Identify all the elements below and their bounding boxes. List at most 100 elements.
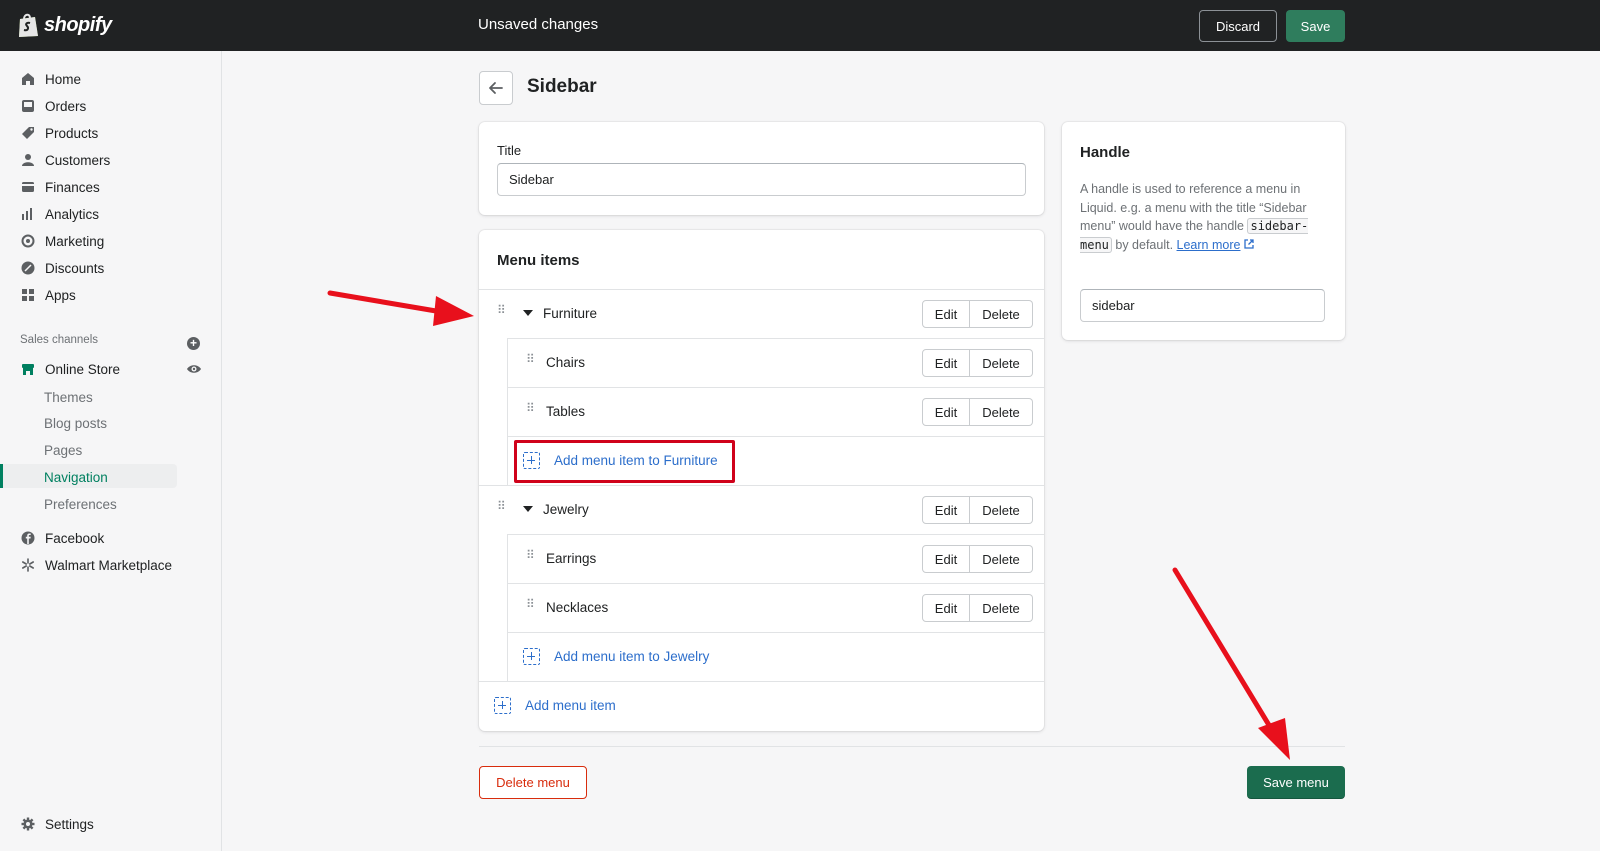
sidebar-item-label: Apps (45, 287, 76, 303)
drag-handle-icon[interactable]: ⠿ (526, 402, 535, 417)
handle-card: Handle A handle is used to reference a m… (1062, 122, 1345, 340)
handle-title: Handle (1080, 144, 1131, 161)
sidebar-item-preferences[interactable]: Preferences (44, 492, 117, 516)
sidebar-item-discounts[interactable]: Discounts (20, 256, 104, 280)
bar-chart-icon (20, 206, 36, 222)
sidebar-item-facebook[interactable]: Facebook (20, 526, 104, 550)
title-input[interactable] (497, 163, 1026, 196)
menu-item-label: Earrings (546, 551, 597, 566)
drag-handle-icon[interactable]: ⠿ (497, 304, 506, 319)
caret-down-icon[interactable] (523, 310, 533, 316)
page-title: Sidebar (527, 76, 597, 97)
delete-button[interactable]: Delete (970, 496, 1033, 524)
person-icon (20, 152, 36, 168)
menu-item-label: Jewelry (543, 502, 589, 517)
walmart-spark-icon (20, 557, 36, 573)
add-menu-item-link[interactable]: Add menu item (494, 697, 616, 714)
add-item-icon (523, 648, 540, 665)
sidebar-item-settings[interactable]: Settings (20, 812, 94, 836)
apps-icon (20, 287, 36, 303)
title-label: Title (497, 143, 522, 158)
edit-button[interactable]: Edit (922, 398, 970, 426)
sidebar-item-label: Orders (45, 98, 87, 114)
edit-button[interactable]: Edit (922, 545, 970, 573)
menu-item-row: ⠿ Chairs Edit Delete (508, 338, 1044, 387)
logo-text: shopify (44, 13, 112, 36)
add-link-label: Add menu item to Jewelry (554, 649, 710, 664)
arrow-to-save-menu (1172, 567, 1290, 760)
sidebar-item-label: Finances (45, 179, 100, 195)
highlight-annotation-box (514, 440, 735, 483)
menu-item-label: Necklaces (546, 600, 609, 615)
edit-button[interactable]: Edit (922, 496, 970, 524)
sales-channels-label: Sales channels (20, 334, 98, 346)
sidebar-item-products[interactable]: Products (20, 121, 98, 145)
sidebar-item-label: Analytics (45, 206, 100, 222)
add-item-icon (494, 697, 511, 714)
sidebar-item-label: Settings (45, 816, 94, 832)
sidebar-item-marketing[interactable]: Marketing (20, 229, 104, 253)
sidebar-item-label: Discounts (45, 260, 105, 276)
drag-handle-icon[interactable]: ⠿ (526, 353, 535, 368)
caret-down-icon[interactable] (523, 506, 533, 512)
eye-icon[interactable] (186, 361, 202, 377)
delete-button[interactable]: Delete (970, 349, 1033, 377)
sidebar-item-blog-posts[interactable]: Blog posts (44, 411, 107, 435)
save-menu-button[interactable]: Save menu (1247, 766, 1345, 799)
sidebar-item-finances[interactable]: Finances (20, 175, 100, 199)
sidebar-item-home[interactable]: Home (20, 67, 81, 91)
delete-menu-button[interactable]: Delete menu (479, 766, 587, 799)
drag-handle-icon[interactable]: ⠿ (526, 549, 535, 564)
menu-item-row: ⠿ Necklaces Edit Delete (508, 583, 1044, 632)
handle-input[interactable] (1080, 289, 1325, 322)
sidebar-item-orders[interactable]: Orders (20, 94, 86, 118)
menu-item-label: Chairs (546, 355, 586, 370)
store-icon (20, 361, 36, 377)
sidebar-item-label: Facebook (45, 530, 105, 546)
sidebar-item-label: Products (45, 125, 99, 141)
add-menu-item-to-jewelry-link[interactable]: Add menu item to Jewelry (523, 648, 709, 665)
add-link-label: Add menu item (525, 698, 616, 713)
delete-button[interactable]: Delete (970, 300, 1033, 328)
menu-item-row: ⠿ Furniture Edit Delete (479, 289, 1044, 338)
back-button[interactable] (479, 71, 513, 105)
sidebar-item-label: Customers (45, 152, 111, 168)
save-button[interactable]: Save (1286, 10, 1345, 42)
sidebar-item-customers[interactable]: Customers (20, 148, 110, 172)
discard-button[interactable]: Discard (1199, 10, 1277, 42)
drag-handle-icon[interactable]: ⠿ (497, 500, 506, 515)
add-sales-channel-icon[interactable]: + (187, 337, 200, 350)
unsaved-changes-label: Unsaved changes (478, 16, 599, 33)
sidebar-item-online-store[interactable]: Online Store (20, 357, 120, 381)
finance-icon (20, 179, 36, 195)
target-icon (20, 233, 36, 249)
edit-button[interactable]: Edit (922, 349, 970, 377)
tag-icon (20, 125, 36, 141)
sidebar-item-navigation[interactable]: Navigation (44, 465, 108, 489)
orders-icon (20, 98, 36, 114)
sidebar-item-label: Home (45, 71, 82, 87)
delete-button[interactable]: Delete (970, 398, 1033, 426)
external-link-icon (1244, 238, 1254, 249)
sidebar-item-pages[interactable]: Pages (44, 438, 82, 462)
delete-button[interactable]: Delete (970, 594, 1033, 622)
sidebar-item-label: Walmart Marketplace (45, 557, 173, 573)
home-icon (20, 71, 36, 87)
shopify-bag-icon (19, 13, 38, 37)
arrow-left-icon (489, 82, 503, 94)
add-child-row: Add menu item to Jewelry (508, 632, 1044, 681)
learn-more-link[interactable]: Learn more (1177, 238, 1241, 252)
sidebar-item-walmart[interactable]: Walmart Marketplace (20, 553, 172, 577)
sidebar-item-analytics[interactable]: Analytics (20, 202, 99, 226)
drag-handle-icon[interactable]: ⠿ (526, 598, 535, 613)
shopify-logo[interactable]: shopify (16, 12, 112, 38)
delete-button[interactable]: Delete (970, 545, 1033, 573)
edit-button[interactable]: Edit (922, 594, 970, 622)
sidebar-item-label: Marketing (45, 233, 105, 249)
sidebar-item-apps[interactable]: Apps (20, 283, 76, 307)
edit-button[interactable]: Edit (922, 300, 970, 328)
sidebar-item-themes[interactable]: Themes (44, 385, 93, 409)
discount-icon (20, 260, 36, 276)
active-item-indicator (0, 464, 3, 488)
menu-item-row: ⠿ Tables Edit Delete (508, 387, 1044, 436)
